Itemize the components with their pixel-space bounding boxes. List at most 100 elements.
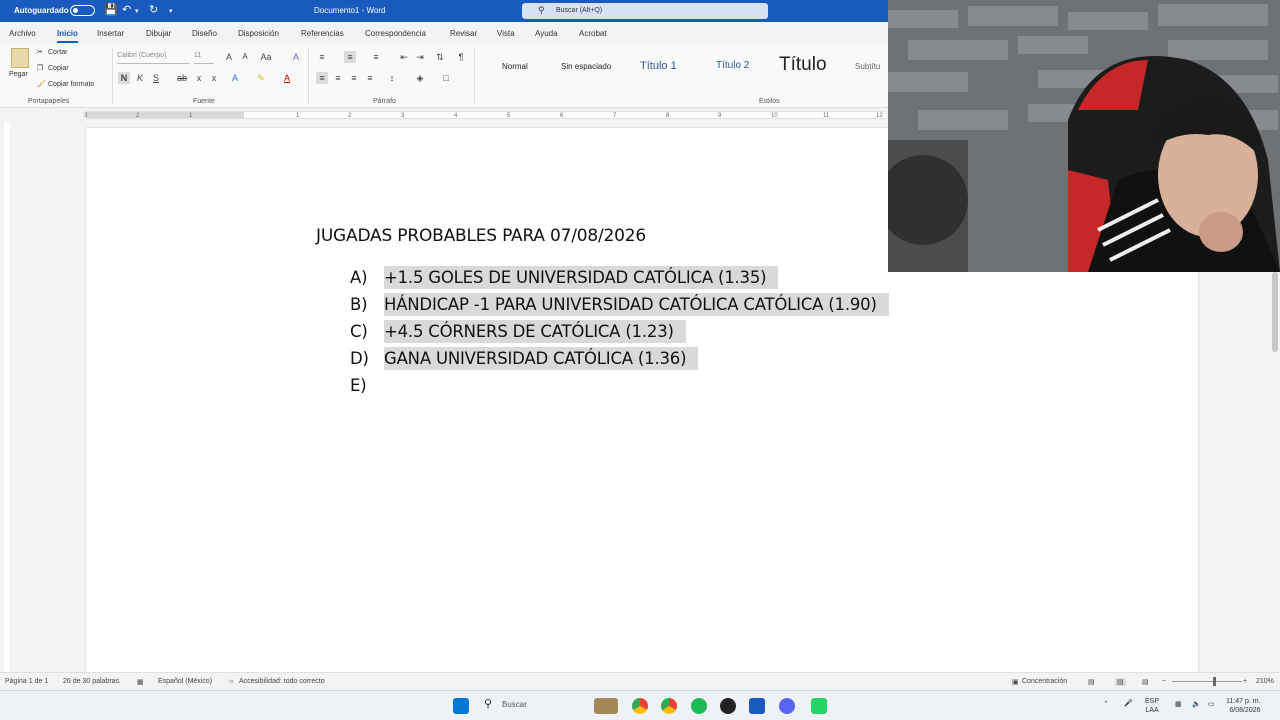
subscript-icon[interactable]: x — [193, 72, 205, 84]
tab-archivo[interactable]: Archivo — [9, 29, 36, 38]
tab-disposicion[interactable]: Disposición — [238, 29, 279, 38]
customize-toolbar-icon[interactable]: ▾ — [169, 6, 173, 18]
whatsapp-icon[interactable] — [811, 698, 827, 714]
tab-diseno[interactable]: Diseño — [192, 29, 217, 38]
cut-icon[interactable]: ✂ — [37, 48, 43, 56]
microphone-icon[interactable]: 🎤 — [1124, 699, 1133, 708]
multilevel-list-icon[interactable]: ≡ — [370, 51, 382, 63]
undo-dropdown-icon[interactable]: ▾ — [135, 6, 139, 18]
tab-referencias[interactable]: Referencias — [301, 29, 344, 38]
style-normal[interactable]: Normal — [502, 62, 528, 71]
format-painter-icon[interactable]: 🖌 — [37, 80, 46, 88]
spotify-icon[interactable] — [691, 698, 707, 714]
show-marks-icon[interactable]: ¶ — [455, 51, 467, 63]
zoom-out-icon[interactable]: − — [1162, 678, 1166, 685]
shrink-font-icon[interactable]: A — [239, 51, 251, 63]
tab-ayuda[interactable]: Ayuda — [535, 29, 558, 38]
ruler-number: 5 — [507, 113, 511, 119]
focus-button[interactable]: Concentración — [1022, 678, 1067, 685]
style-no-spacing[interactable]: Sin espaciado — [561, 62, 611, 71]
grow-font-icon[interactable]: A — [223, 51, 235, 63]
paste-button[interactable]: Pegar — [9, 71, 28, 78]
borders-icon[interactable]: □ — [440, 72, 452, 84]
read-mode-icon[interactable]: ▤ — [1088, 678, 1095, 686]
paste-icon[interactable] — [11, 48, 29, 68]
discord-icon[interactable] — [779, 698, 795, 714]
tab-revisar[interactable]: Revisar — [450, 29, 477, 38]
cut-button[interactable]: Cortar — [48, 49, 67, 56]
redo-icon[interactable]: ↻ — [149, 4, 158, 16]
chrome-profile-icon[interactable] — [661, 698, 677, 714]
font-size-dropdown[interactable]: 11 — [194, 52, 214, 64]
align-center-icon[interactable]: ≡ — [332, 72, 344, 84]
line-spacing-icon[interactable]: ↕ — [386, 72, 398, 84]
zoom-slider[interactable] — [1172, 681, 1242, 682]
proofing-icon[interactable]: ▦ — [137, 678, 144, 686]
tab-vista[interactable]: Vista — [497, 29, 515, 38]
highlight-icon[interactable]: ✎ — [255, 72, 267, 84]
page-count[interactable]: Página 1 de 1 — [5, 678, 48, 685]
zoom-in-icon[interactable]: + — [1243, 678, 1247, 685]
change-case-icon[interactable]: Aa — [260, 51, 272, 63]
accessibility-status[interactable]: Accesibilidad: todo correcto — [239, 678, 325, 685]
tab-acrobat[interactable]: Acrobat — [579, 29, 607, 38]
clear-formatting-icon[interactable]: A — [290, 51, 302, 63]
scrollbar-thumb[interactable] — [1272, 272, 1278, 352]
windows-start-icon[interactable] — [453, 698, 469, 714]
search-box[interactable]: ⚲ Buscar (Alt+Q) — [522, 3, 768, 19]
volume-icon[interactable]: 🔈 — [1192, 700, 1201, 709]
underline-icon[interactable]: S — [150, 72, 162, 84]
autosave-toggle[interactable] — [70, 5, 95, 16]
undo-icon[interactable]: ↶ — [122, 4, 131, 16]
style-title[interactable]: Título — [779, 54, 827, 76]
format-painter-button[interactable]: Copiar formato — [48, 81, 94, 88]
tab-correspondencia[interactable]: Correspondencia — [365, 29, 426, 38]
taskbar-search-icon[interactable]: ⚲ — [484, 697, 492, 710]
text-effects-icon[interactable]: A — [229, 72, 241, 84]
increase-indent-icon[interactable]: ⇥ — [414, 51, 426, 63]
italic-icon[interactable]: K — [134, 72, 146, 84]
show-hidden-icons-icon[interactable]: ⌃ — [1103, 700, 1109, 709]
battery-icon[interactable]: ▭ — [1208, 700, 1215, 709]
align-left-icon[interactable]: ≡ — [316, 72, 328, 84]
vertical-ruler[interactable] — [0, 122, 14, 672]
style-heading-2[interactable]: Título 2 — [716, 60, 749, 71]
superscript-icon[interactable]: x — [208, 72, 220, 84]
sort-icon[interactable]: ⇅ — [434, 51, 446, 63]
zoom-slider-thumb[interactable] — [1213, 677, 1216, 686]
tab-insertar[interactable]: Insertar — [97, 29, 124, 38]
chrome-icon[interactable] — [632, 698, 648, 714]
align-right-icon[interactable]: ≡ — [348, 72, 360, 84]
print-layout-icon[interactable]: ▤ — [1115, 678, 1126, 686]
word-count[interactable]: 26 de 30 palabras — [63, 678, 119, 685]
zoom-level[interactable]: 210% — [1256, 678, 1274, 685]
input-language[interactable]: ESP LAA — [1145, 697, 1159, 715]
network-icon[interactable]: ▦ — [1175, 700, 1182, 709]
taskbar-search[interactable]: Buscar — [502, 700, 527, 709]
bold-icon[interactable]: N — [118, 72, 130, 84]
language-status[interactable]: Español (México) — [158, 678, 212, 685]
focus-icon[interactable]: ▣ — [1012, 678, 1019, 686]
decrease-indent-icon[interactable]: ⇤ — [398, 51, 410, 63]
tab-inicio[interactable]: Inicio — [57, 29, 78, 43]
font-color-icon[interactable]: A — [281, 72, 293, 84]
justify-icon[interactable]: ≡ — [364, 72, 376, 84]
accessibility-icon[interactable]: ☼ — [228, 678, 234, 685]
save-icon[interactable]: 💾 — [104, 4, 118, 16]
word-icon[interactable] — [749, 698, 765, 714]
obs-icon[interactable] — [720, 698, 736, 714]
tab-dibujar[interactable]: Dibujar — [146, 29, 171, 38]
style-subtitle[interactable]: Subtítu — [855, 62, 880, 71]
strikethrough-icon[interactable]: ab — [176, 72, 188, 84]
copy-button[interactable]: Copiar — [48, 65, 69, 72]
numbering-icon[interactable]: ≡ — [344, 51, 356, 63]
copy-icon[interactable]: ❐ — [37, 64, 43, 72]
style-heading-1[interactable]: Título 1 — [640, 60, 677, 72]
shading-icon[interactable]: ◈ — [414, 72, 426, 84]
widgets-icon[interactable] — [594, 698, 618, 714]
horizontal-ruler[interactable]: 3 2 1 1 2 3 4 5 6 7 8 9 10 11 12 — [0, 108, 888, 122]
font-name-dropdown[interactable]: Calibri (Cuerpo) — [117, 52, 189, 64]
web-layout-icon[interactable]: ▤ — [1142, 678, 1149, 686]
clock[interactable]: 11:47 p. m. 6/08/2026 — [1226, 697, 1261, 715]
bullets-icon[interactable]: ≡ — [316, 51, 328, 63]
